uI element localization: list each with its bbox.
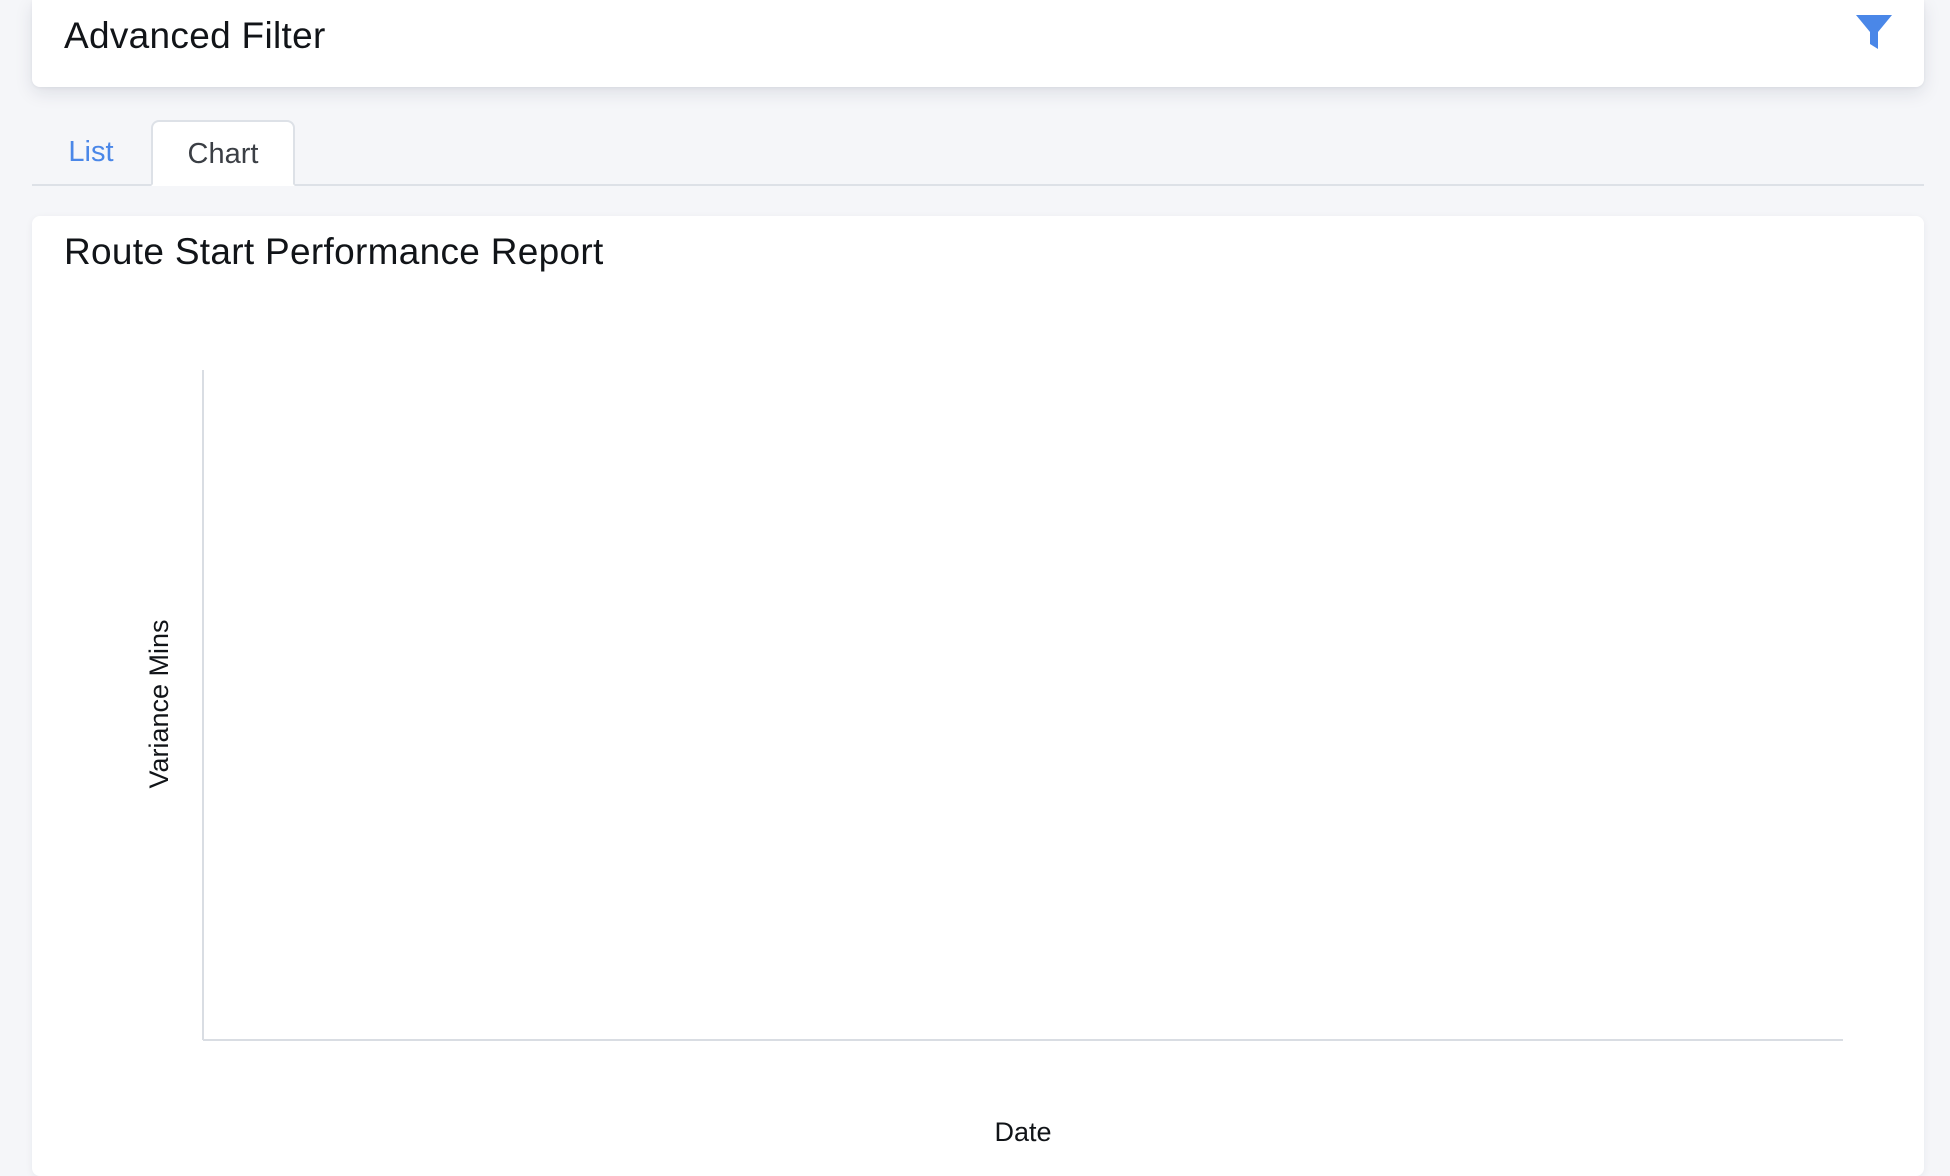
filter-icon[interactable]: [1854, 12, 1894, 52]
tab-chart[interactable]: Chart: [151, 120, 295, 186]
y-axis-label: Variance Mins: [144, 619, 174, 788]
tab-list[interactable]: List: [32, 120, 150, 184]
x-axis-label: Date: [994, 1117, 1051, 1147]
advanced-filter-card: Advanced Filter: [32, 0, 1924, 87]
view-tabs: List Chart: [32, 120, 1924, 186]
advanced-filter-title: Advanced Filter: [64, 15, 326, 56]
chart: Variance Mins Date: [144, 370, 1843, 1147]
report-card: Route Start Performance Report Variance …: [32, 216, 1924, 1176]
